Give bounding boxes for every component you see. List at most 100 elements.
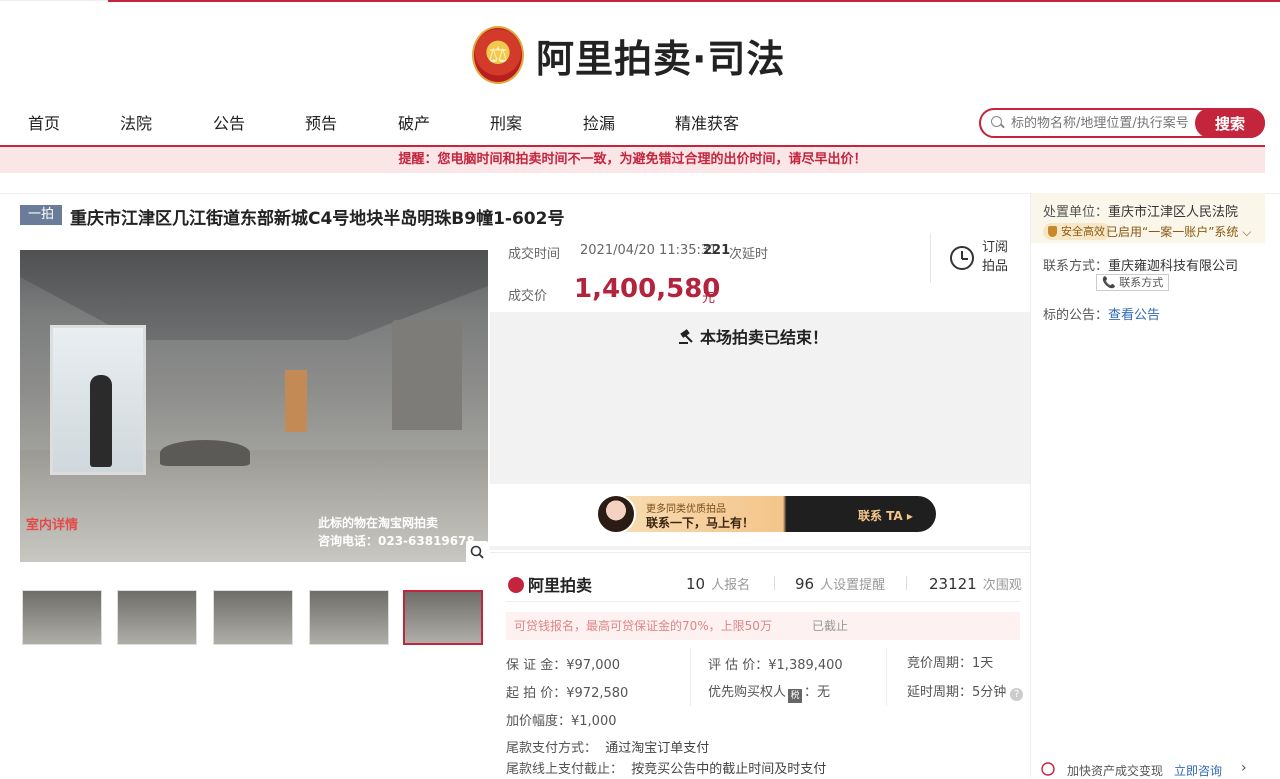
delay-count: 221 [703, 243, 731, 258]
start-price-info: 起 拍 价：¥972,580 [506, 686, 629, 701]
help-icon[interactable]: ? [1010, 688, 1024, 701]
priority-buyer-value: ：无 [804, 685, 831, 700]
photo-debris [160, 440, 250, 466]
thumbnail-2[interactable] [117, 590, 197, 645]
payment-method-info: 尾款支付方式： 通过淘宝订单支付 [506, 737, 709, 756]
photo-archway [392, 320, 462, 430]
deposit-loan-note[interactable]: 可贷钱报名，最高可贷保证金的70%，上限50万 已截止 [506, 612, 1020, 640]
search-button[interactable]: 搜索 [1195, 108, 1265, 138]
remind-stat: 96 人设置提醒 [795, 574, 885, 593]
auction-round-tag: 一拍 [20, 205, 62, 225]
account-system-dropdown[interactable]: 已启用“一案一账户”系统 ⌵ [1106, 223, 1251, 240]
remind-label: 人设置提醒 [820, 578, 886, 593]
consult-text: 加快资产成交变现 [1067, 764, 1164, 778]
divider [490, 552, 1030, 553]
thumbnail-3[interactable] [213, 590, 293, 645]
payment-method-label: 尾款支付方式： [506, 741, 598, 756]
nav-item-leads[interactable]: 精准获客 [675, 110, 739, 134]
zoom-button[interactable] [466, 541, 488, 563]
disposal-unit-label: 处置单位： [1043, 205, 1109, 220]
signup-label: 人报名 [711, 578, 751, 593]
alarm-clock-icon[interactable] [950, 246, 974, 270]
lot-title: 重庆市江津区几江街道东部新城C4号地块半岛明珠B9幢1-602号 [70, 209, 565, 229]
auction-ended-label: 本场拍卖已结束！ [700, 328, 829, 347]
contact-label: 联系方式： [1043, 259, 1109, 274]
signup-stat: 10 人报名 [686, 574, 750, 593]
divider [774, 576, 775, 590]
contact-value: 重庆雍迦科技有限公司 [1108, 259, 1239, 274]
search-box: 搜索 [979, 108, 1265, 138]
final-price-value: 1,400,580 [574, 274, 721, 304]
time-warning-banner: 提醒：您电脑时间和拍卖时间不一致，为避免错过合理的出价时间，请尽早出价！ [0, 145, 1265, 173]
divider [690, 648, 691, 706]
view-label: 次围观 [982, 578, 1022, 593]
nav-item-criminal[interactable]: 刑案 [490, 110, 522, 134]
consult-link[interactable]: 立即咨询 [1174, 762, 1222, 779]
chevron-right-icon[interactable]: › [1241, 760, 1247, 776]
nav-item-court[interactable]: 法院 [120, 110, 152, 134]
tax-badge-icon: 税 [788, 689, 803, 703]
divider [506, 601, 1020, 602]
search-icon [991, 116, 1005, 130]
contact-ta-button[interactable]: 联系 TA ▸ [858, 507, 913, 524]
thumbnail-1[interactable] [22, 590, 102, 645]
deposit-loan-status: 已截止 [812, 619, 849, 633]
handshake-icon [1041, 762, 1055, 776]
contact-button[interactable]: 📞 联系方式 [1096, 274, 1170, 291]
site-logo[interactable]: ⚖ 阿里拍卖·司法 [472, 26, 785, 84]
site-title: 阿里拍卖·司法 [536, 36, 786, 81]
deposit-loan-text: 可贷钱报名，最高可贷保证金的70%，上限50万 [514, 619, 772, 633]
photo-caption-right: 此标的物在淘宝网拍卖 咨询电话：023-63819678 [318, 514, 475, 550]
consult-bar: 加快资产成交变现 立即咨询 › [1031, 760, 1265, 778]
priority-buyer-info: 优先购买权人税：无 [708, 681, 830, 703]
delay-label: 次延时 [729, 247, 769, 262]
photo-caption-left: 室内详情 [26, 518, 79, 533]
bid-period-info: 竞价周期：1天 [907, 656, 994, 671]
view-stat: 23121 次围观 [929, 574, 1022, 593]
gavel-icon [679, 329, 693, 344]
signup-count: 10 [686, 575, 706, 593]
lot-notice-label: 标的公告： [1043, 308, 1109, 323]
deal-time-value: 2021/04/20 11:35:31 [580, 243, 718, 258]
photo-door [285, 370, 307, 432]
view-count: 23121 [929, 575, 977, 593]
payment-deadline-value: 按竞买公告中的截止时间及时支付 [631, 762, 827, 777]
view-notice-link[interactable]: 查看公告 [1108, 308, 1160, 323]
nav-item-preview[interactable]: 预告 [305, 110, 337, 134]
nav-item-bankruptcy[interactable]: 破产 [398, 110, 430, 134]
extend-period-text: 延时周期：5分钟 [907, 685, 1007, 700]
nav-item-announcement[interactable]: 公告 [213, 110, 245, 134]
top-border-accent [108, 0, 1280, 2]
lot-notice: 标的公告：查看公告 [1043, 304, 1160, 323]
divider [930, 233, 931, 283]
court-emblem-icon: ⚖ [472, 26, 524, 84]
deposit-info: 保 证 金：¥97,000 [506, 658, 621, 673]
agent-avatar [596, 494, 636, 534]
subscribe-label-2: 拍品 [982, 259, 1009, 274]
subscribe-button[interactable]: 订阅 拍品 [982, 238, 1008, 276]
subscribe-label-1: 订阅 [982, 240, 1009, 255]
photo-caption-line-2: 咨询电话：023-63819678 [318, 534, 475, 548]
search-input[interactable] [1011, 115, 1199, 131]
photo-caption-line-1: 此标的物在淘宝网拍卖 [318, 516, 439, 530]
final-price-unit: 元 [702, 291, 716, 306]
promo-title: 联系一下，马上有！ [646, 516, 755, 530]
ali-auction-icon [508, 577, 524, 593]
remind-count: 96 [795, 575, 815, 593]
nav-item-home[interactable]: 首页 [28, 110, 60, 134]
payment-deadline-info: 尾款线上支付截止： 按竞买公告中的截止时间及时支付 [506, 758, 826, 777]
extend-period-info: 延时周期：5分钟? [907, 681, 1024, 701]
divider [906, 576, 907, 590]
appraisal-info: 评 估 价：¥1,389,400 [708, 658, 843, 673]
thumbnail-5[interactable] [403, 590, 483, 645]
thumbnail-4[interactable] [309, 590, 389, 645]
contact-info: 联系方式：重庆雍迦科技有限公司 [1043, 255, 1238, 274]
nav-item-bargain[interactable]: 捡漏 [583, 110, 615, 134]
auction-ended-text: 本场拍卖已结束！ [678, 324, 828, 348]
photo-person [90, 375, 112, 467]
disposal-unit: 处置单位：重庆市江津区人民法院 [1043, 201, 1238, 220]
final-price-label: 成交价 [508, 289, 548, 304]
divider [886, 648, 887, 706]
payment-method-value: 通过淘宝订单支付 [605, 741, 710, 756]
payment-deadline-label: 尾款线上支付截止： [506, 762, 624, 777]
